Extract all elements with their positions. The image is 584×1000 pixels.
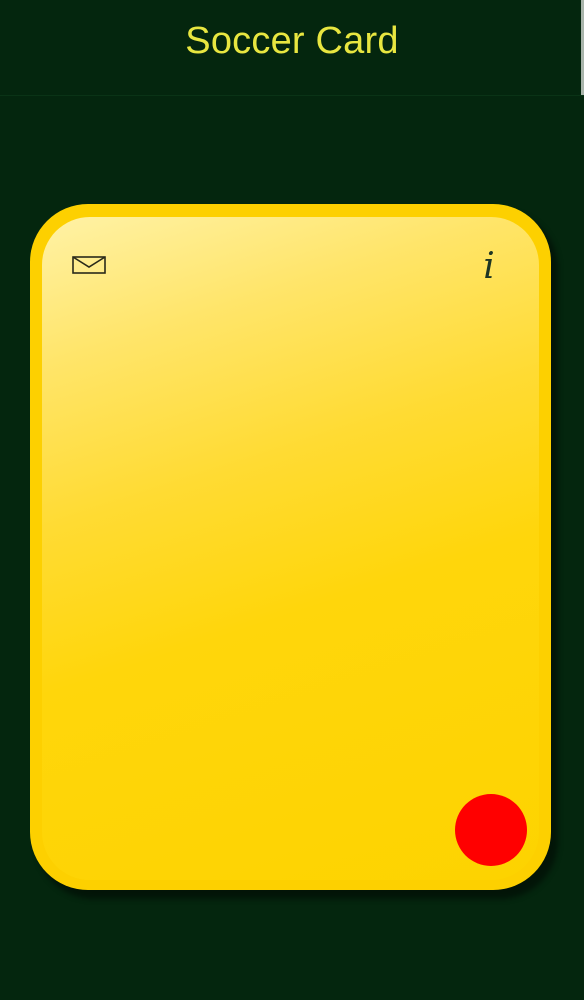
info-icon[interactable]: i xyxy=(474,246,504,288)
red-circle-button[interactable] xyxy=(455,794,527,866)
envelope-icon[interactable] xyxy=(72,256,106,274)
navigation-bar: Soccer Card xyxy=(0,0,584,96)
soccer-card[interactable] xyxy=(30,204,551,890)
envelope-icon-graphic xyxy=(72,256,106,274)
page-title: Soccer Card xyxy=(185,20,399,62)
card-face[interactable] xyxy=(42,217,539,880)
